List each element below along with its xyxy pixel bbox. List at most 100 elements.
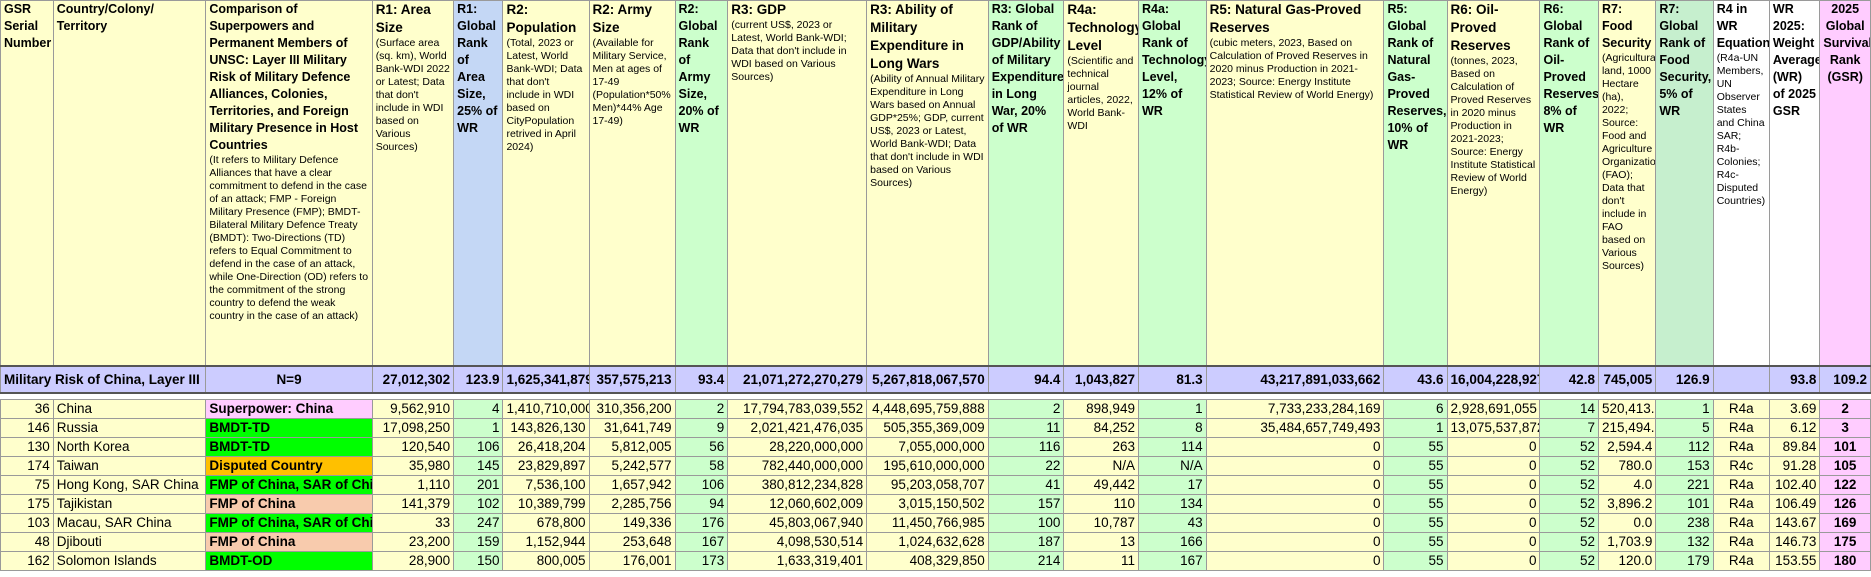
wr-cell: 143.67 — [1768, 513, 1821, 533]
wr-cell: 89.84 — [1768, 437, 1821, 457]
oil-rank-cell: 52 — [1539, 437, 1599, 457]
r4-cell: R4c — [1712, 456, 1770, 476]
header-r2-rank: R2: Global Rank of Army Size, 20% of WR — [674, 0, 729, 367]
header-r1-rank: R1: Global Rank of Area Size, 25% of WR — [453, 0, 504, 367]
army-rank-cell: 2 — [674, 399, 729, 419]
food-rank-cell: 101 — [1655, 494, 1714, 514]
ability-cell: 505,355,369,009 — [866, 418, 989, 438]
area-cell: 28,900 — [371, 551, 455, 571]
gdp-cell: 28,220,000,000 — [727, 437, 868, 457]
country-cell: Tajikistan — [52, 494, 207, 514]
gas-rank-cell: 55 — [1383, 513, 1448, 533]
gas-cell: 7,733,233,284,169 — [1205, 399, 1385, 419]
header-r4a-tech: R4a: Technology Level (Scientific and tec… — [1063, 0, 1139, 367]
area-cell: 33 — [371, 513, 455, 533]
summary-population: 1,625,341,879 — [502, 365, 590, 394]
category-cell: FMP of China — [205, 494, 373, 514]
gas-rank-cell: 55 — [1383, 475, 1448, 495]
gdp-rank-cell: 2 — [987, 399, 1065, 419]
population-cell: 10,389,799 — [502, 494, 590, 514]
area-cell: 1,110 — [371, 475, 455, 495]
gsr-cell: 122 — [1819, 475, 1871, 495]
table-row: 103 Macau, SAR China FMP of China, SAR of … — [0, 513, 1871, 533]
gsr-cell: 3 — [1819, 418, 1871, 438]
army-rank-cell: 106 — [674, 475, 729, 495]
gsr-cell: 2 — [1819, 399, 1871, 419]
army-rank-cell: 94 — [674, 494, 729, 514]
gas-cell: 0 — [1205, 494, 1385, 514]
gdp-cell: 782,440,000,000 — [727, 456, 868, 476]
oil-rank-cell: 14 — [1539, 399, 1599, 419]
food-rank-cell: 221 — [1655, 475, 1714, 495]
summary-label: Military Risk of China, Layer III — [0, 365, 207, 394]
army-cell: 253,648 — [588, 532, 676, 552]
gas-cell: 0 — [1205, 551, 1385, 571]
area-rank-cell: 145 — [453, 456, 504, 476]
oil-cell: 0 — [1446, 494, 1541, 514]
summary-area: 27,012,302 — [371, 365, 455, 394]
table-row: 48 Djibouti FMP of China 23,200 159 1,152,944… — [0, 532, 1871, 552]
header-serial: GSR Serial Number — [0, 0, 54, 367]
ability-cell: 7,055,000,000 — [866, 437, 989, 457]
tech-rank-cell: 114 — [1137, 437, 1207, 457]
header-gsr: 2025 Global Survival Rank (GSR) — [1819, 0, 1871, 367]
tech-cell: N/A — [1063, 456, 1139, 476]
category-cell: Disputed Country — [205, 456, 373, 476]
tech-rank-cell: N/A — [1137, 456, 1207, 476]
area-cell: 120,540 — [371, 437, 455, 457]
tech-cell: 110 — [1063, 494, 1139, 514]
army-cell: 2,285,756 — [588, 494, 676, 514]
tech-rank-cell: 1 — [1137, 399, 1207, 419]
summary-tech: 1,043,827 — [1063, 365, 1139, 394]
header-r4a-rank: R4a: Global Rank of Technology Level, 12… — [1137, 0, 1207, 367]
gdp-cell: 1,633,319,401 — [727, 551, 868, 571]
oil-rank-cell: 52 — [1539, 532, 1599, 552]
food-cell: 4.0 — [1597, 475, 1657, 495]
population-cell: 1,152,944 — [502, 532, 590, 552]
army-cell: 5,812,005 — [588, 437, 676, 457]
r4-cell: R4a — [1712, 513, 1770, 533]
food-rank-cell: 238 — [1655, 513, 1714, 533]
serial-cell: 162 — [0, 551, 54, 571]
tech-cell: 84,252 — [1063, 418, 1139, 438]
gsr-cell: 175 — [1819, 532, 1871, 552]
country-cell: Djibouti — [52, 532, 207, 552]
summary-gas-rank: 43.6 — [1383, 365, 1448, 394]
population-cell: 678,800 — [502, 513, 590, 533]
summary-r4 — [1712, 365, 1770, 394]
header-r3-ability: R3: Ability of Military Expenditure in L… — [866, 0, 989, 367]
table-row: 146 Russia BMDT-TD 17,098,250 1 143,826,130 31… — [0, 418, 1871, 438]
wr-cell: 6.12 — [1768, 418, 1821, 438]
gdp-rank-cell: 157 — [987, 494, 1065, 514]
gas-cell: 35,484,657,749,493 — [1205, 418, 1385, 438]
gdp-cell: 4,098,530,514 — [727, 532, 868, 552]
gsr-cell: 126 — [1819, 494, 1871, 514]
wr-cell: 91.28 — [1768, 456, 1821, 476]
country-cell: China — [52, 399, 207, 419]
ability-cell: 1,024,632,628 — [866, 532, 989, 552]
ability-cell: 3,015,150,502 — [866, 494, 989, 514]
header-r7-food: R7: Food Security (Agricultural land, 100… — [1597, 0, 1657, 367]
food-cell: 0.0 — [1597, 513, 1657, 533]
army-cell: 31,641,749 — [588, 418, 676, 438]
tech-rank-cell: 17 — [1137, 475, 1207, 495]
army-rank-cell: 9 — [674, 418, 729, 438]
army-cell: 149,336 — [588, 513, 676, 533]
country-cell: Hong Kong, SAR China — [52, 475, 207, 495]
gas-cell: 0 — [1205, 513, 1385, 533]
wr-cell: 106.49 — [1768, 494, 1821, 514]
serial-cell: 103 — [0, 513, 54, 533]
tech-rank-cell: 167 — [1137, 551, 1207, 571]
army-rank-cell: 58 — [674, 456, 729, 476]
summary-row: Military Risk of China, Layer III N=9 27… — [0, 365, 1871, 394]
r4-cell: R4a — [1712, 437, 1770, 457]
ability-cell: 11,450,766,985 — [866, 513, 989, 533]
serial-cell: 75 — [0, 475, 54, 495]
wr-cell: 3.69 — [1768, 399, 1821, 419]
header-r3-rank: R3: Global Rank of GDP/Ability of Milita… — [987, 0, 1065, 367]
food-rank-cell: 179 — [1655, 551, 1714, 571]
gsr-table: GSR Serial Number Country/Colony/ Territ… — [0, 0, 1871, 571]
tech-rank-cell: 134 — [1137, 494, 1207, 514]
food-rank-cell: 112 — [1655, 437, 1714, 457]
oil-cell: 0 — [1446, 513, 1541, 533]
